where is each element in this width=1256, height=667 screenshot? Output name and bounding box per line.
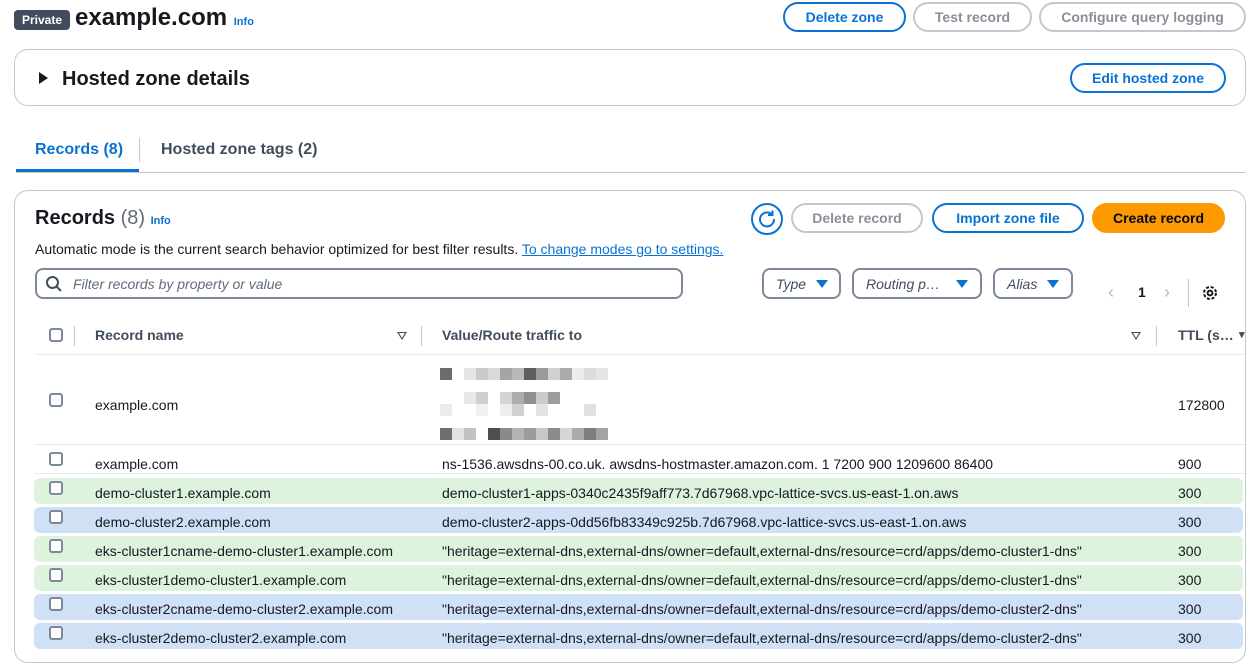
- refresh-icon: [759, 210, 776, 228]
- record-ttl: 172800: [1178, 397, 1225, 413]
- redacted-value: [440, 392, 560, 404]
- row-checkbox[interactable]: [49, 568, 63, 582]
- previous-page-icon[interactable]: ‹: [1108, 282, 1114, 303]
- page-title: example.com Info: [75, 4, 254, 32]
- column-separator: [74, 326, 75, 346]
- record-name[interactable]: demo-cluster1.example.com: [95, 485, 271, 501]
- zone-name: example.com: [75, 4, 228, 31]
- redacted-value: [440, 428, 608, 440]
- records-count: (8): [120, 207, 146, 229]
- header-divider: [35, 354, 1245, 355]
- dropdown-arrow-icon: [1047, 280, 1059, 288]
- row-divider: [35, 444, 1245, 445]
- refresh-button[interactable]: [751, 203, 783, 235]
- record-ttl: 300: [1178, 630, 1202, 646]
- redacted-value: [440, 404, 596, 416]
- expand-caret-icon[interactable]: [39, 72, 48, 84]
- alias-filter[interactable]: Alias: [993, 268, 1073, 299]
- create-record-button[interactable]: Create record: [1092, 203, 1225, 233]
- row-checkbox[interactable]: [49, 393, 63, 407]
- record-value: "heritage=external-dns,external-dns/owne…: [442, 601, 1082, 617]
- record-name[interactable]: eks-cluster1cname-demo-cluster1.example.…: [95, 543, 393, 559]
- row-checkbox[interactable]: [49, 626, 63, 640]
- settings-link[interactable]: To change modes go to settings.: [522, 241, 724, 257]
- row-checkbox[interactable]: [49, 539, 63, 553]
- routing-filter-label: Routing p…: [866, 276, 940, 292]
- record-value: demo-cluster2-apps-0dd56fb83349c925b.7d6…: [442, 514, 967, 530]
- tab-hosted-zone-tags[interactable]: Hosted zone tags (2): [161, 141, 317, 159]
- delete-zone-button[interactable]: Delete zone: [783, 2, 906, 32]
- filter-records-input[interactable]: Filter records by property or value: [35, 268, 683, 299]
- col-value[interactable]: Value/Route traffic to: [442, 327, 582, 343]
- record-value: ns-1536.awsdns-00.co.uk. awsdns-hostmast…: [442, 456, 994, 472]
- tab-records[interactable]: Records (8): [35, 141, 123, 159]
- column-separator[interactable]: [421, 326, 422, 346]
- record-name[interactable]: example.com: [95, 397, 178, 413]
- record-ttl: 300: [1178, 572, 1202, 588]
- edit-hosted-zone-button[interactable]: Edit hosted zone: [1070, 63, 1226, 93]
- select-all-checkbox[interactable]: [49, 328, 63, 342]
- row-checkbox[interactable]: [49, 510, 63, 524]
- row-checkbox[interactable]: [49, 597, 63, 611]
- record-name[interactable]: eks-cluster2cname-demo-cluster2.example.…: [95, 601, 393, 617]
- records-panel: [14, 190, 1246, 663]
- column-separator[interactable]: [1156, 326, 1157, 346]
- col-ttl-sort-icon[interactable]: ▾: [1239, 328, 1245, 341]
- row-checkbox[interactable]: [49, 481, 63, 495]
- record-ttl: 300: [1178, 601, 1202, 617]
- record-name[interactable]: demo-cluster2.example.com: [95, 514, 271, 530]
- configure-query-logging-button[interactable]: Configure query logging: [1039, 2, 1246, 32]
- sort-icon[interactable]: [1131, 332, 1141, 340]
- records-heading: Records (8) Info: [35, 207, 171, 230]
- info-link[interactable]: Info: [234, 16, 254, 28]
- search-mode-description: Automatic mode is the current search beh…: [35, 241, 723, 257]
- dropdown-arrow-icon: [816, 280, 828, 288]
- test-record-button[interactable]: Test record: [913, 2, 1032, 32]
- details-panel-title[interactable]: Hosted zone details: [62, 68, 250, 91]
- redacted-value: [440, 368, 608, 380]
- record-name[interactable]: example.com: [95, 456, 178, 472]
- type-filter[interactable]: Type: [762, 268, 841, 299]
- record-ttl: 900: [1178, 456, 1202, 472]
- routing-policy-filter[interactable]: Routing p…: [852, 268, 982, 299]
- record-ttl: 300: [1178, 514, 1202, 530]
- record-value: "heritage=external-dns,external-dns/owne…: [442, 572, 1082, 588]
- records-info-link[interactable]: Info: [151, 215, 171, 227]
- record-ttl: 300: [1178, 543, 1202, 559]
- sort-icon[interactable]: [397, 332, 407, 340]
- row-checkbox[interactable]: [49, 452, 63, 466]
- record-ttl: 300: [1178, 485, 1202, 501]
- delete-record-button[interactable]: Delete record: [791, 203, 923, 233]
- record-value: "heritage=external-dns,external-dns/owne…: [442, 543, 1082, 559]
- search-placeholder: Filter records by property or value: [73, 276, 283, 292]
- record-value: demo-cluster1-apps-0340c2435f9aff773.7d6…: [442, 485, 959, 501]
- col-ttl[interactable]: TTL (s…: [1178, 327, 1234, 343]
- record-name[interactable]: eks-cluster2demo-cluster2.example.com: [95, 630, 346, 646]
- private-badge: Private: [14, 10, 71, 30]
- gear-icon: [1203, 286, 1217, 300]
- row-divider: [35, 473, 1245, 474]
- col-record-name[interactable]: Record name: [95, 327, 184, 343]
- current-page[interactable]: 1: [1138, 284, 1146, 300]
- record-name[interactable]: eks-cluster1demo-cluster1.example.com: [95, 572, 346, 588]
- records-title: Records: [35, 207, 116, 229]
- type-filter-label: Type: [776, 276, 807, 292]
- pager-divider: [1188, 279, 1189, 307]
- search-icon: [46, 276, 62, 292]
- alias-filter-label: Alias: [1007, 276, 1038, 292]
- next-page-icon[interactable]: ›: [1164, 282, 1170, 303]
- preferences-button[interactable]: [1201, 284, 1219, 307]
- hosted-zone-details-panel: Hosted zone details Edit hosted zone: [14, 49, 1246, 106]
- description-text: Automatic mode is the current search beh…: [35, 241, 519, 257]
- tab-divider: [139, 138, 140, 162]
- import-zone-file-button[interactable]: Import zone file: [932, 203, 1084, 233]
- record-value: "heritage=external-dns,external-dns/owne…: [442, 630, 1082, 646]
- dropdown-arrow-icon: [956, 280, 968, 288]
- tabs-underline: [16, 172, 1246, 173]
